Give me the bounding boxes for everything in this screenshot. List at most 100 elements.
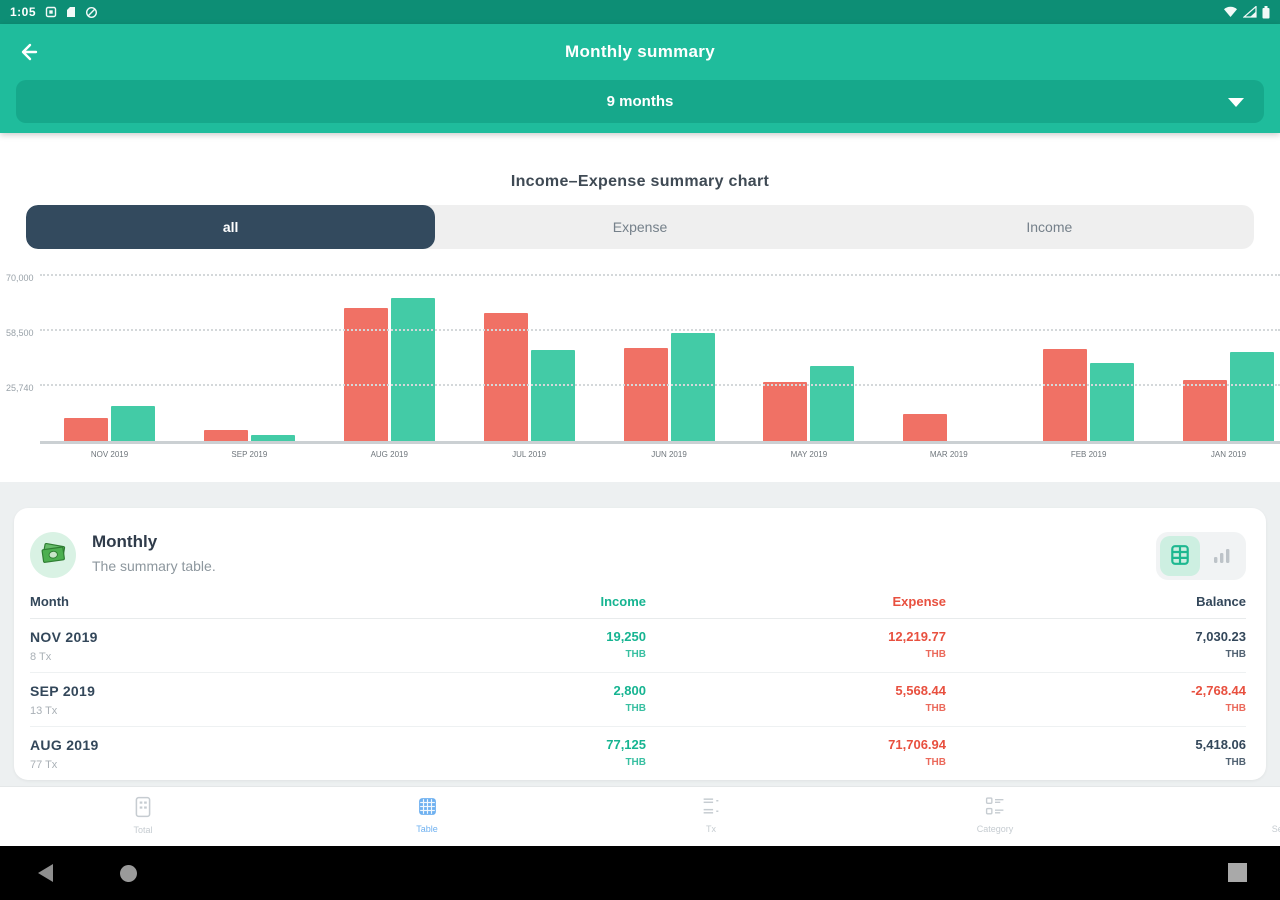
back-button[interactable] xyxy=(16,38,56,68)
bar-expense xyxy=(1183,380,1227,441)
bar-income xyxy=(1090,363,1134,441)
bar-group: MAR 2019 xyxy=(903,414,994,441)
x-axis-label: FEB 2019 xyxy=(1043,450,1134,459)
bar-group: JUN 2019 xyxy=(624,333,715,441)
filter-tab-all[interactable]: all xyxy=(26,205,435,249)
wifi-icon xyxy=(1223,6,1238,18)
bar-expense xyxy=(1043,349,1087,441)
list-icon xyxy=(701,805,721,820)
data-saver-icon xyxy=(85,6,98,19)
sim-card-icon xyxy=(66,6,76,18)
x-axis-label: JUL 2019 xyxy=(484,450,575,459)
chart-section: Income–Expense summary chart allExpenseI… xyxy=(0,133,1280,482)
nav-item-table[interactable]: Table xyxy=(382,796,472,834)
x-axis-label: MAY 2019 xyxy=(763,450,854,459)
bar-income xyxy=(391,298,435,441)
monthly-summary-card: Monthly The summary table. Month xyxy=(14,508,1266,780)
bar-expense xyxy=(64,418,108,441)
page-title: Monthly summary xyxy=(16,42,1264,62)
gridline xyxy=(40,274,1280,276)
bar-income xyxy=(531,350,575,441)
range-selector[interactable]: 9 months xyxy=(16,80,1264,123)
banknotes-icon xyxy=(39,539,67,572)
bar-group: MAY 2019 xyxy=(763,366,854,441)
category-icon xyxy=(984,805,1006,820)
column-header-month: Month xyxy=(30,594,346,609)
back-triangle-icon[interactable] xyxy=(38,864,53,882)
bar-income xyxy=(671,333,715,441)
y-axis-label: 70,000 xyxy=(6,273,34,283)
filter-tab-income[interactable]: Income xyxy=(845,205,1254,249)
nav-item-settings[interactable]: Settings xyxy=(1243,796,1280,834)
app-screen: 1:05 M xyxy=(0,0,1280,900)
bar-group: NOV 2019 xyxy=(64,406,155,441)
battery-icon xyxy=(1262,6,1270,19)
arrow-left-icon xyxy=(16,40,40,67)
bar-group: AUG 2019 xyxy=(344,298,435,441)
x-axis-label: AUG 2019 xyxy=(344,450,435,459)
bar-group: FEB 2019 xyxy=(1043,349,1134,441)
income-expense-bar-chart: NOV 2019 SEP 2019 AUG 2019 JUL 2019 JUN 2019… xyxy=(0,269,1280,474)
nav-item-tx[interactable]: Tx xyxy=(666,796,756,834)
recents-square-icon[interactable] xyxy=(1228,863,1247,882)
bar-income xyxy=(1230,352,1274,441)
card-title: Monthly xyxy=(92,532,1156,552)
x-axis-label: MAR 2019 xyxy=(903,450,994,459)
x-axis-label: JUN 2019 xyxy=(624,450,715,459)
status-time: 1:05 xyxy=(10,5,36,19)
bar-group: JUL 2019 xyxy=(484,313,575,441)
column-header-income: Income xyxy=(346,594,646,609)
x-axis-label: NOV 2019 xyxy=(64,450,155,459)
bar-expense xyxy=(344,308,388,441)
chevron-down-icon xyxy=(1228,98,1244,107)
x-axis-label: SEP 2019 xyxy=(204,450,295,459)
nav-item-total[interactable]: Total xyxy=(98,796,188,835)
table-row: NOV 20198 Tx19,250THB12,219.77THB7,030.2… xyxy=(30,619,1246,673)
table-header: Month Income Expense Balance xyxy=(30,594,1246,619)
bar-expense xyxy=(903,414,947,441)
x-axis-label: JAN 2019 xyxy=(1183,450,1274,459)
table-view-button[interactable] xyxy=(1160,536,1200,576)
filter-tab-expense[interactable]: Expense xyxy=(435,205,844,249)
bar-expense xyxy=(763,382,807,441)
bar-expense xyxy=(204,430,248,441)
summary-table: Month Income Expense Balance NOV 20198 T… xyxy=(14,580,1266,780)
home-circle-icon[interactable] xyxy=(120,865,137,882)
bottom-nav: Total Table Tx Category Settings xyxy=(0,786,1280,846)
bar-chart-icon xyxy=(1212,545,1232,568)
month-cell: AUG 201977 Tx xyxy=(30,737,346,771)
avatar xyxy=(30,532,76,578)
column-header-balance: Balance xyxy=(946,594,1246,609)
table-grid-icon xyxy=(1169,544,1191,569)
range-selector-value: 9 months xyxy=(607,93,674,110)
table-row: SEP 201913 Tx2,800THB5,568.44THB-2,768.4… xyxy=(30,673,1246,727)
bar-income xyxy=(810,366,854,441)
chart-view-button[interactable] xyxy=(1202,536,1242,576)
app-header: Monthly summary 9 months xyxy=(0,24,1280,133)
month-cell: NOV 20198 Tx xyxy=(30,629,346,663)
table-grid-icon xyxy=(417,805,438,820)
nav-item-category[interactable]: Category xyxy=(950,796,1040,834)
view-toggle xyxy=(1156,532,1246,580)
column-header-expense: Expense xyxy=(646,594,946,609)
bar-group: JAN 2019 xyxy=(1183,352,1274,441)
y-axis-label: 25,740 xyxy=(6,383,34,393)
bar-expense xyxy=(624,348,668,441)
cell-signal-icon xyxy=(1243,6,1257,18)
card-subtitle: The summary table. xyxy=(92,558,1156,574)
android-nav-bar xyxy=(0,846,1280,900)
chart-title: Income–Expense summary chart xyxy=(0,173,1280,191)
bar-expense xyxy=(484,313,528,441)
table-row: AUG 201977 Tx77,125THB71,706.94THB5,418.… xyxy=(30,727,1246,780)
status-bar: 1:05 xyxy=(0,0,1280,24)
y-axis-label: 58,500 xyxy=(6,328,34,338)
month-cell: SEP 201913 Tx xyxy=(30,683,346,717)
chart-plot-area: NOV 2019 SEP 2019 AUG 2019 JUL 2019 JUN 2019… xyxy=(40,275,1280,444)
bar-income xyxy=(251,435,295,441)
calculator-icon xyxy=(133,806,153,821)
chart-filter-tabs: allExpenseIncome xyxy=(26,205,1254,249)
gridline xyxy=(40,384,1280,386)
notification-square-icon xyxy=(45,6,57,18)
bar-group: SEP 2019 xyxy=(204,430,295,441)
bar-income xyxy=(111,406,155,441)
